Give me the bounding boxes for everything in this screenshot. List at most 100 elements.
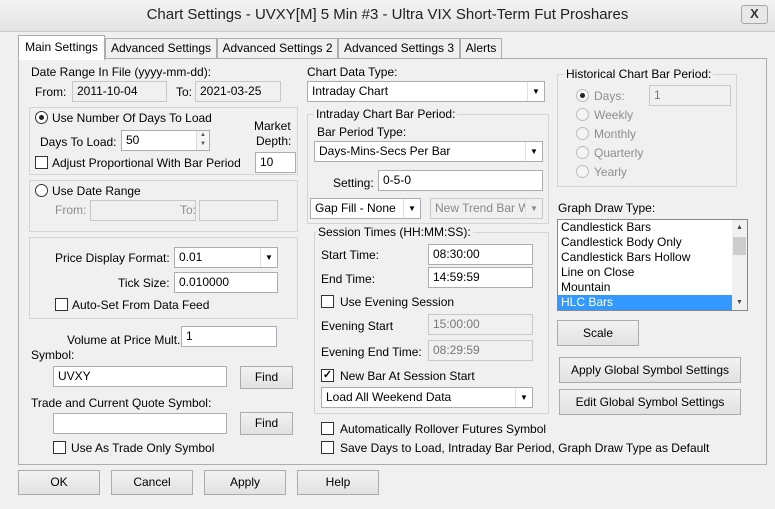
scroll-up-icon[interactable]: ▲ bbox=[732, 220, 747, 235]
days-to-load-stepper[interactable]: 50 ▲ ▼ bbox=[121, 130, 210, 151]
save-default-checkbox[interactable] bbox=[321, 441, 334, 454]
rollover-label: Automatically Rollover Futures Symbol bbox=[340, 422, 547, 436]
graph-draw-type-label: Graph Draw Type: bbox=[558, 201, 656, 215]
use-days-radio[interactable] bbox=[35, 111, 48, 124]
from-date-field: 2011-10-04 bbox=[72, 81, 167, 102]
start-time-label: Start Time: bbox=[321, 248, 380, 262]
historical-days-field: 1 bbox=[649, 85, 731, 106]
tick-size-label: Tick Size: bbox=[118, 276, 170, 290]
weekend-data-select[interactable]: Load All Weekend Data ▼ bbox=[321, 387, 533, 408]
evening-end-field: 08:29:59 bbox=[428, 340, 533, 361]
end-time-label: End Time: bbox=[321, 272, 376, 286]
trade-symbol-label: Trade and Current Quote Symbol: bbox=[31, 396, 212, 410]
chevron-down-icon: ▼ bbox=[403, 199, 420, 218]
trade-only-checkbox[interactable] bbox=[53, 441, 66, 454]
cancel-button[interactable]: Cancel bbox=[111, 470, 193, 495]
days-to-load-label: Days To Load: bbox=[40, 135, 117, 149]
symbol-field[interactable]: UVXY bbox=[53, 366, 227, 387]
use-evening-session-label: Use Evening Session bbox=[340, 295, 455, 309]
evening-start-field: 15:00:00 bbox=[428, 314, 533, 335]
historical-bar-period-title: Historical Chart Bar Period: bbox=[564, 67, 714, 81]
auto-set-checkbox[interactable] bbox=[55, 298, 68, 311]
historical-weekly-label: Weekly bbox=[594, 108, 634, 122]
price-display-format-label: Price Display Format: bbox=[55, 251, 170, 265]
chart-data-type-label: Chart Data Type: bbox=[307, 65, 398, 79]
apply-global-symbol-settings-button[interactable]: Apply Global Symbol Settings bbox=[559, 357, 741, 383]
list-item[interactable]: Line on Close bbox=[558, 265, 747, 280]
market-depth-label-2: Depth: bbox=[256, 134, 292, 148]
auto-set-label: Auto-Set From Data Feed bbox=[72, 298, 210, 312]
use-days-label: Use Number Of Days To Load bbox=[52, 111, 212, 125]
scroll-down-icon[interactable]: ▼ bbox=[732, 295, 747, 310]
new-bar-session-checkbox[interactable]: ✓ bbox=[321, 369, 334, 382]
spin-up-icon[interactable]: ▲ bbox=[197, 131, 209, 140]
use-date-range-radio[interactable] bbox=[35, 184, 48, 197]
to-date-field: 2021-03-25 bbox=[195, 81, 281, 102]
price-display-format-value: 0.01 bbox=[179, 250, 203, 264]
setting-field[interactable]: 0-5-0 bbox=[378, 170, 543, 191]
days-stepper-arrows[interactable]: ▲ ▼ bbox=[196, 131, 209, 150]
symbol-label: Symbol: bbox=[31, 348, 75, 362]
gap-fill-select[interactable]: Gap Fill - None ▼ bbox=[310, 198, 421, 219]
scale-button[interactable]: Scale bbox=[557, 320, 639, 346]
trade-symbol-field[interactable] bbox=[53, 413, 227, 434]
volume-field[interactable]: 1 bbox=[181, 326, 277, 347]
trade-symbol-find-button[interactable]: Find bbox=[240, 412, 293, 435]
historical-quarterly-label: Quarterly bbox=[594, 146, 644, 160]
use-evening-session-checkbox[interactable] bbox=[321, 295, 334, 308]
chevron-down-icon: ▼ bbox=[525, 142, 542, 161]
chevron-down-icon: ▼ bbox=[260, 248, 277, 267]
evening-start-label: Evening Start bbox=[321, 319, 394, 333]
use-date-range-label: Use Date Range bbox=[52, 184, 141, 198]
symbol-find-button[interactable]: Find bbox=[240, 366, 293, 389]
edit-global-symbol-settings-button[interactable]: Edit Global Symbol Settings bbox=[559, 389, 741, 415]
list-item[interactable]: Mountain bbox=[558, 280, 747, 295]
historical-yearly-radio bbox=[576, 165, 589, 178]
historical-quarterly-radio bbox=[576, 146, 589, 159]
days-to-load-value: 50 bbox=[126, 133, 140, 147]
historical-days-radio bbox=[576, 89, 589, 102]
market-depth-field[interactable]: 10 bbox=[255, 152, 296, 173]
scroll-thumb[interactable] bbox=[733, 237, 746, 255]
chevron-down-icon: ▼ bbox=[527, 82, 544, 101]
chart-data-type-value: Intraday Chart bbox=[312, 84, 389, 98]
weekend-data-value: Load All Weekend Data bbox=[326, 390, 452, 404]
end-time-field[interactable]: 14:59:59 bbox=[428, 267, 533, 288]
historical-monthly-label: Monthly bbox=[594, 127, 637, 141]
list-item-selected[interactable]: HLC Bars bbox=[558, 295, 747, 310]
bar-period-type-label: Bar Period Type: bbox=[317, 125, 407, 139]
range-from-label: From: bbox=[55, 203, 87, 217]
historical-weekly-radio bbox=[576, 108, 589, 121]
help-button[interactable]: Help bbox=[297, 470, 379, 495]
save-default-label: Save Days to Load, Intraday Bar Period, … bbox=[340, 441, 710, 455]
list-item[interactable]: Candlestick Body Only bbox=[558, 235, 747, 250]
session-times-title: Session Times (HH:MM:SS): bbox=[316, 225, 473, 239]
from-label: From: bbox=[35, 85, 67, 99]
spin-down-icon[interactable]: ▼ bbox=[197, 140, 209, 149]
tick-size-field[interactable]: 0.010000 bbox=[174, 272, 278, 293]
gap-fill-value: Gap Fill - None bbox=[315, 201, 396, 215]
list-item[interactable]: Candlestick Bars Hollow bbox=[558, 250, 747, 265]
bar-period-type-select[interactable]: Days-Mins-Secs Per Bar ▼ bbox=[314, 141, 543, 162]
trade-only-label: Use As Trade Only Symbol bbox=[71, 441, 215, 455]
ok-button[interactable]: OK bbox=[18, 470, 100, 495]
intraday-bar-period-title: Intraday Chart Bar Period: bbox=[314, 107, 458, 121]
adjust-proportional-checkbox[interactable] bbox=[35, 156, 48, 169]
chart-data-type-select[interactable]: Intraday Chart ▼ bbox=[307, 81, 545, 102]
list-scrollbar[interactable]: ▲ ▼ bbox=[732, 220, 747, 310]
date-range-title: Date Range In File (yyyy-mm-dd): bbox=[31, 65, 212, 79]
graph-draw-type-list[interactable]: Candlestick Bars Candlestick Body Only C… bbox=[557, 219, 748, 311]
bar-period-type-value: Days-Mins-Secs Per Bar bbox=[319, 144, 451, 158]
price-display-format-select[interactable]: 0.01 ▼ bbox=[174, 247, 278, 268]
historical-days-label: Days: bbox=[594, 89, 625, 103]
evening-end-label: Evening End Time: bbox=[321, 345, 422, 359]
adjust-proportional-label: Adjust Proportional With Bar Period bbox=[52, 156, 241, 170]
setting-label: Setting: bbox=[333, 176, 374, 190]
apply-button[interactable]: Apply bbox=[204, 470, 286, 495]
new-trend-bar-select: New Trend Bar W ▼ bbox=[430, 198, 543, 219]
start-time-field[interactable]: 08:30:00 bbox=[428, 244, 533, 265]
list-item[interactable]: Candlestick Bars bbox=[558, 220, 747, 235]
new-bar-session-label: New Bar At Session Start bbox=[340, 369, 475, 383]
new-trend-bar-value: New Trend Bar W bbox=[435, 201, 530, 215]
rollover-checkbox[interactable] bbox=[321, 422, 334, 435]
